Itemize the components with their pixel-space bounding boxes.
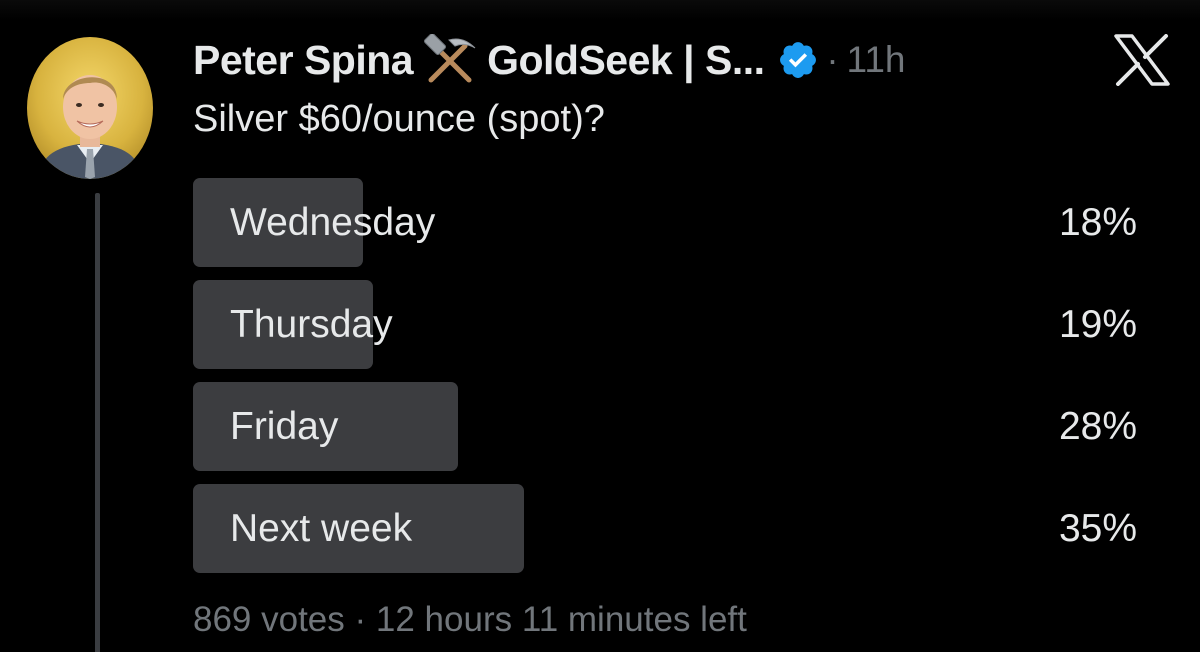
top-edge: [0, 0, 1200, 20]
poll-option-friday[interactable]: Friday 28%: [193, 382, 1139, 471]
separator-dot: ·: [826, 39, 839, 80]
poll-option-label: Friday: [230, 405, 339, 448]
tweet-card: Peter Spina GoldSeek | S... · 11h Silver…: [0, 0, 1200, 652]
poll-time-left: 12 hours 11 minutes left: [375, 600, 747, 639]
poll-option-wednesday[interactable]: Wednesday 18%: [193, 178, 1139, 267]
thread-line: [95, 193, 100, 652]
author-name[interactable]: Peter Spina: [193, 37, 414, 84]
poll-option-label: Thursday: [230, 303, 393, 346]
poll: Wednesday 18% Thursday 19% Friday 28% Ne…: [193, 178, 1139, 586]
separator-dot: ·: [354, 600, 367, 639]
avatar-image: [27, 37, 153, 179]
avatar[interactable]: [27, 37, 153, 179]
poll-option-percent: 28%: [1058, 405, 1137, 448]
poll-vote-count: 869 votes: [193, 600, 345, 639]
poll-option-label: Wednesday: [230, 201, 436, 244]
poll-option-percent: 35%: [1058, 507, 1137, 550]
poll-option-next-week[interactable]: Next week 35%: [193, 484, 1139, 573]
verified-badge-icon: [777, 39, 819, 81]
poll-option-percent: 18%: [1058, 201, 1137, 244]
poll-footer: 869 votes · 12 hours 11 minutes left: [193, 600, 747, 640]
poll-option-percent: 19%: [1058, 303, 1137, 346]
tweet-timestamp[interactable]: 11h: [847, 39, 906, 81]
poll-option-thursday[interactable]: Thursday 19%: [193, 280, 1139, 369]
tweet-text: Silver $60/ounce (spot)?: [193, 98, 605, 140]
tweet-header: Peter Spina GoldSeek | S... · 11h: [193, 33, 906, 86]
poll-option-label: Next week: [230, 507, 413, 550]
x-logo-icon[interactable]: [1112, 34, 1172, 86]
display-name-suffix[interactable]: GoldSeek | S...: [487, 37, 765, 84]
hammer-and-pick-icon: [419, 33, 481, 86]
